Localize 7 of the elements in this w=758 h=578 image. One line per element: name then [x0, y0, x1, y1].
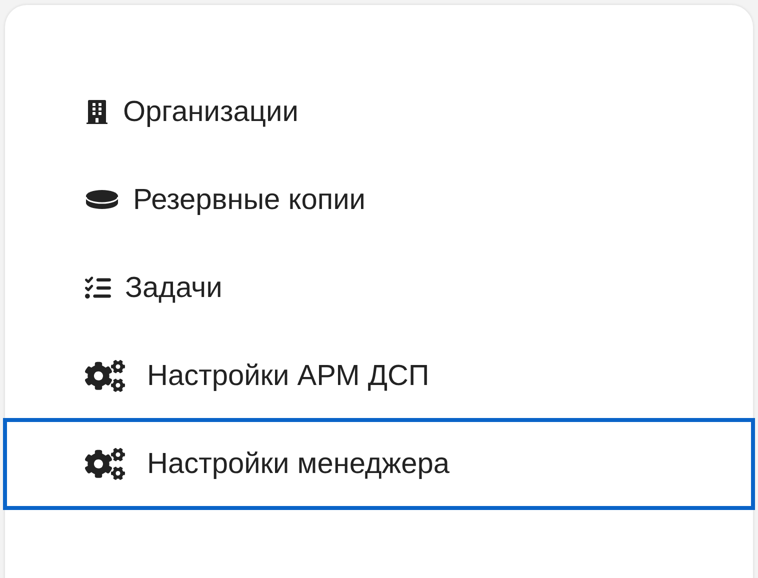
- menu-item[interactable]: Настройки менеджера: [5, 420, 753, 508]
- building-icon: [85, 100, 109, 124]
- menu-item[interactable]: Задачи: [5, 244, 753, 332]
- menu-item[interactable]: Резервные копии: [5, 156, 753, 244]
- checklist-icon: [85, 275, 111, 301]
- menu-item[interactable]: Настройки АРМ ДСП: [5, 332, 753, 420]
- menu-item[interactable]: Организации: [5, 68, 753, 156]
